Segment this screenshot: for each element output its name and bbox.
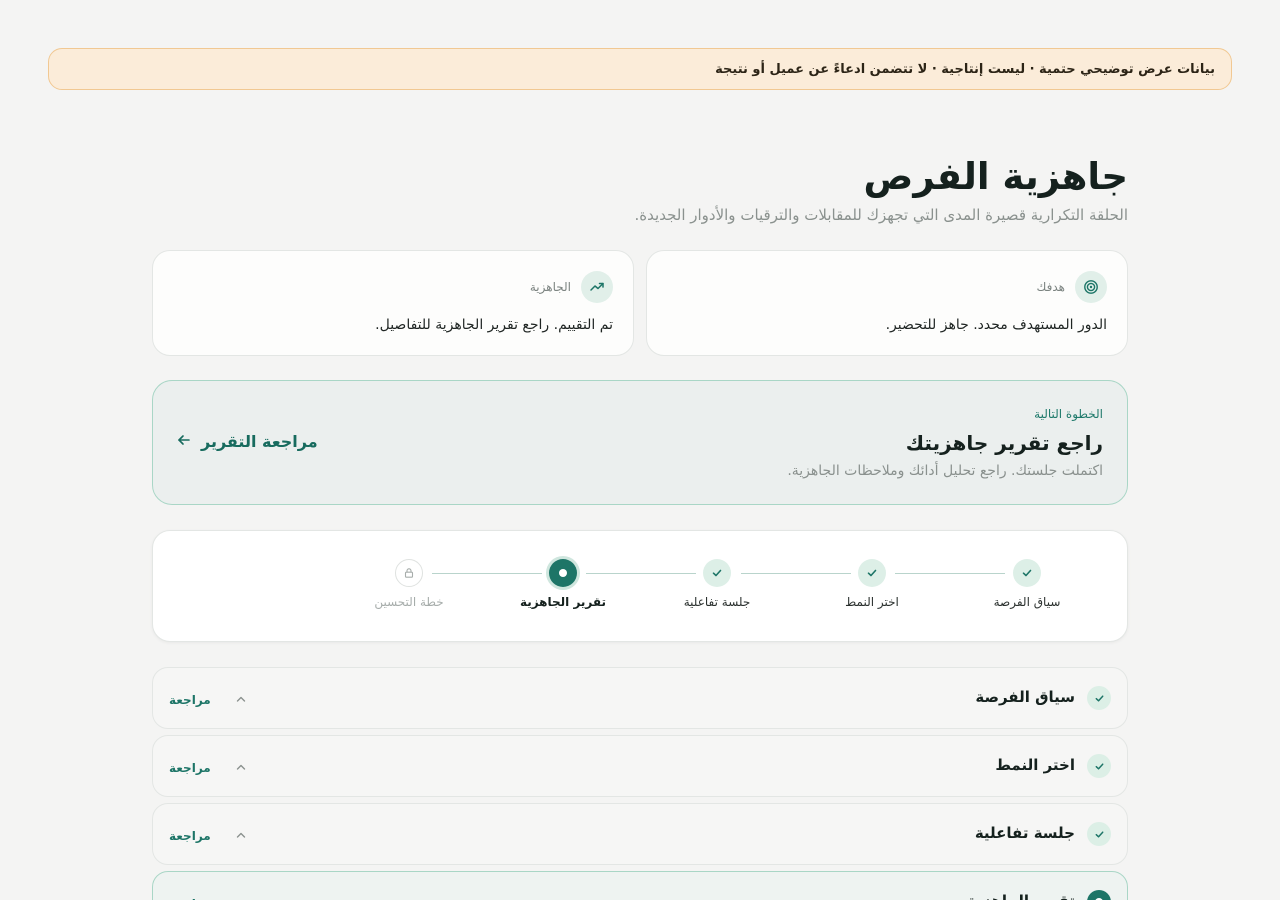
accordion-title: سياق الفرصة (975, 688, 1075, 706)
readiness-card: الجاهزية تم التقييم. راجع تقرير الجاهزية… (152, 250, 634, 356)
trending-up-icon (581, 271, 613, 303)
accordion-row-readiness-report[interactable]: تقرير الجاهزية مراجعة (152, 871, 1128, 900)
step-label: جلسة تفاعلية (683, 595, 751, 609)
check-icon (1087, 686, 1111, 710)
next-step-eyebrow: الخطوة التالية (1034, 407, 1103, 421)
demo-data-banner: بيانات عرض توضيحي حتمية · ليست إنتاجية ·… (48, 48, 1232, 90)
goal-card: هدفك الدور المستهدف محدد. جاهز للتحضير. (646, 250, 1128, 356)
accordion-row-interactive-session[interactable]: جلسة تفاعلية مراجعة (152, 803, 1128, 865)
accordion-row-choose-mode[interactable]: اختر النمط مراجعة (152, 735, 1128, 797)
page-subtitle: الحلقة التكرارية قصيرة المدى التي تجهزك … (634, 206, 1128, 224)
arrow-left-icon (177, 432, 191, 451)
current-step-dot-icon (549, 559, 577, 587)
step-label: اختر النمط (845, 595, 899, 609)
chevron-up-icon (235, 826, 247, 845)
step-label: سياق الفرصة (993, 595, 1061, 609)
target-icon (1075, 271, 1107, 303)
review-toggle-label: مراجعة (169, 692, 211, 707)
check-icon (1013, 559, 1041, 587)
review-toggle[interactable]: مراجعة (169, 826, 247, 845)
step-label: تقرير الجاهزية (519, 595, 607, 609)
step-interactive-session[interactable]: جلسة تفاعلية (662, 559, 772, 609)
progress-stepper: سياق الفرصة اختر النمط جلسة تفاعلية تقري… (152, 530, 1128, 642)
next-step-panel: الخطوة التالية راجع تقرير جاهزيتك اكتملت… (152, 380, 1128, 505)
step-opportunity-context[interactable]: سياق الفرصة (972, 559, 1082, 609)
review-report-button[interactable]: مراجعة التقرير (177, 432, 318, 451)
review-toggle[interactable]: مراجعة (169, 758, 247, 777)
chevron-up-icon (235, 894, 247, 900)
current-step-dot-icon (1087, 890, 1111, 900)
check-icon (1087, 822, 1111, 846)
check-icon (858, 559, 886, 587)
accordion-title: اختر النمط (995, 756, 1075, 774)
review-report-label: مراجعة التقرير (201, 432, 318, 451)
step-label: خطة التحسين (374, 595, 444, 609)
check-icon (1087, 754, 1111, 778)
next-step-description: اكتملت جلستك. راجع تحليل أدائك وملاحظات … (787, 463, 1103, 479)
chevron-up-icon (235, 690, 247, 709)
accordion-row-opportunity-context[interactable]: سياق الفرصة مراجعة (152, 667, 1128, 729)
step-improvement-plan: خطة التحسين (354, 559, 464, 609)
readiness-body: تم التقييم. راجع تقرير الجاهزية للتفاصيل… (375, 317, 613, 333)
review-toggle-label: مراجعة (169, 897, 211, 900)
lock-icon (395, 559, 423, 587)
accordion-title: جلسة تفاعلية (974, 824, 1075, 842)
page-title: جاهزية الفرص (863, 155, 1128, 198)
goal-label: هدفك (1036, 280, 1065, 294)
step-choose-mode[interactable]: اختر النمط (817, 559, 927, 609)
review-toggle-label: مراجعة (169, 828, 211, 843)
step-readiness-report[interactable]: تقرير الجاهزية (508, 559, 618, 609)
readiness-label: الجاهزية (529, 280, 571, 294)
next-step-title: راجع تقرير جاهزيتك (905, 431, 1103, 455)
accordion-title: تقرير الجاهزية (967, 892, 1075, 900)
check-icon (703, 559, 731, 587)
review-toggle[interactable]: مراجعة (169, 690, 247, 709)
banner-text: بيانات عرض توضيحي حتمية · ليست إنتاجية ·… (715, 61, 1215, 77)
chevron-up-icon (235, 758, 247, 777)
review-toggle-label: مراجعة (169, 760, 211, 775)
review-toggle[interactable]: مراجعة (169, 894, 247, 900)
goal-body: الدور المستهدف محدد. جاهز للتحضير. (885, 317, 1107, 333)
